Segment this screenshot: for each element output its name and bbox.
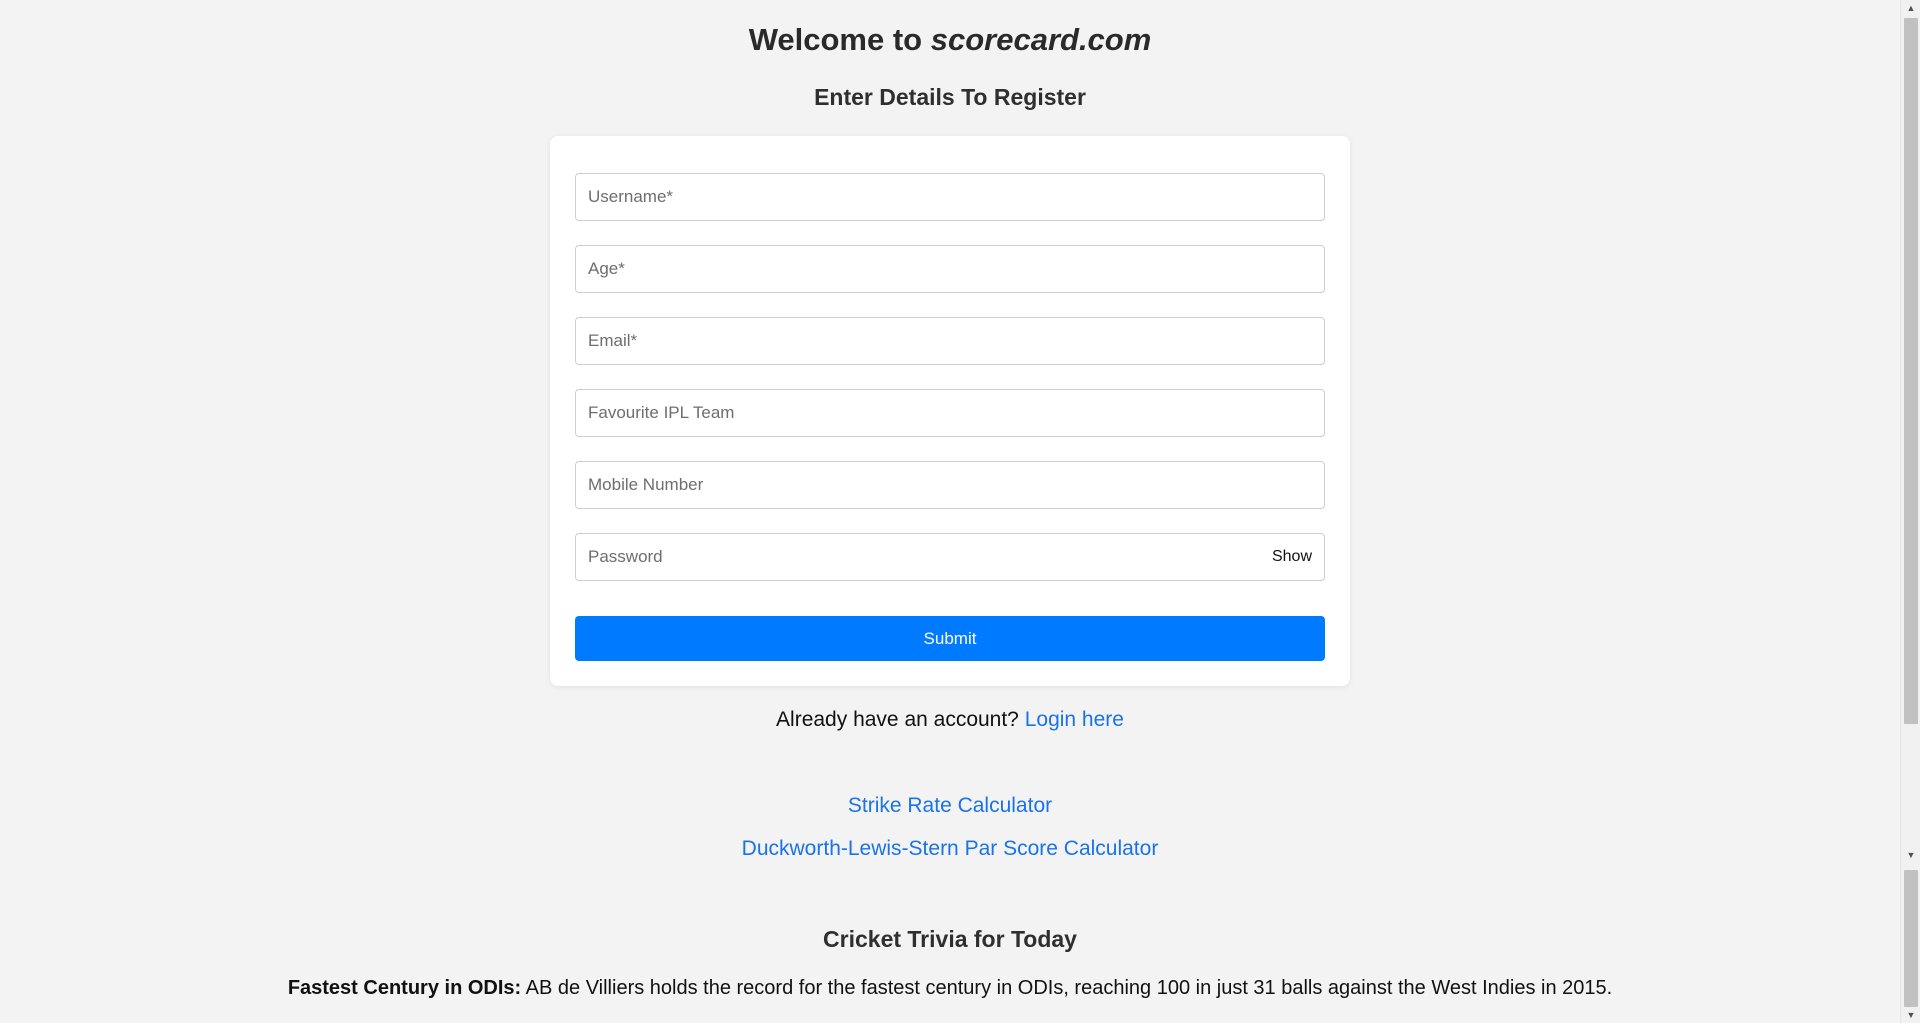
vertical-scrollbar[interactable]: ▲ ▼ ▼: [1900, 0, 1920, 1023]
registration-form-card: Show Submit: [550, 136, 1350, 686]
title-prefix: Welcome to: [748, 22, 931, 57]
email-input[interactable]: [576, 318, 1324, 364]
strike-rate-calculator-link[interactable]: Strike Rate Calculator: [848, 794, 1052, 817]
trivia-label: Fastest Century in ODIs:: [287, 977, 522, 999]
dls-link-row: Duckworth-Lewis-Stern Par Score Calculat…: [0, 837, 1900, 861]
page: Welcome to scorecard.com Enter Details T…: [0, 0, 1900, 1023]
mobile-field-wrapper: [575, 461, 1325, 509]
submit-button[interactable]: Submit: [575, 616, 1325, 661]
password-input[interactable]: [576, 534, 1324, 580]
scroll-down-icon[interactable]: ▼: [1901, 848, 1920, 862]
password-field-wrapper: Show: [575, 533, 1325, 581]
trivia-paragraph: Fastest Century in ODIs: AB de Villiers …: [0, 977, 1900, 1000]
show-password-button[interactable]: Show: [1272, 534, 1312, 580]
site-name: scorecard.com: [930, 22, 1152, 57]
dls-calculator-link[interactable]: Duckworth-Lewis-Stern Par Score Calculat…: [742, 837, 1159, 860]
scrollbar-thumb[interactable]: [1904, 18, 1918, 724]
scroll-down-bottom-icon[interactable]: ▼: [1901, 1007, 1920, 1023]
age-input[interactable]: [576, 246, 1324, 292]
age-field-wrapper: [575, 245, 1325, 293]
login-link[interactable]: Login here: [1025, 708, 1124, 731]
register-subtitle: Enter Details To Register: [814, 84, 1086, 110]
scroll-up-icon[interactable]: ▲: [1901, 0, 1920, 16]
username-field-wrapper: [575, 173, 1325, 221]
username-input[interactable]: [576, 174, 1324, 220]
trivia-heading: Cricket Trivia for Today: [823, 926, 1077, 952]
favourite-team-input[interactable]: [576, 390, 1324, 436]
login-prompt-text: Already have an account?: [776, 708, 1019, 731]
scrollbar-thumb-lower[interactable]: [1904, 870, 1918, 1007]
mobile-number-input[interactable]: [576, 462, 1324, 508]
team-field-wrapper: [575, 389, 1325, 437]
email-field-wrapper: [575, 317, 1325, 365]
login-prompt: Already have an account? Login here: [0, 708, 1900, 732]
strike-rate-link-row: Strike Rate Calculator: [0, 794, 1900, 818]
trivia-body: AB de Villiers holds the record for the …: [525, 977, 1613, 999]
page-title: Welcome to scorecard.com: [0, 22, 1900, 58]
